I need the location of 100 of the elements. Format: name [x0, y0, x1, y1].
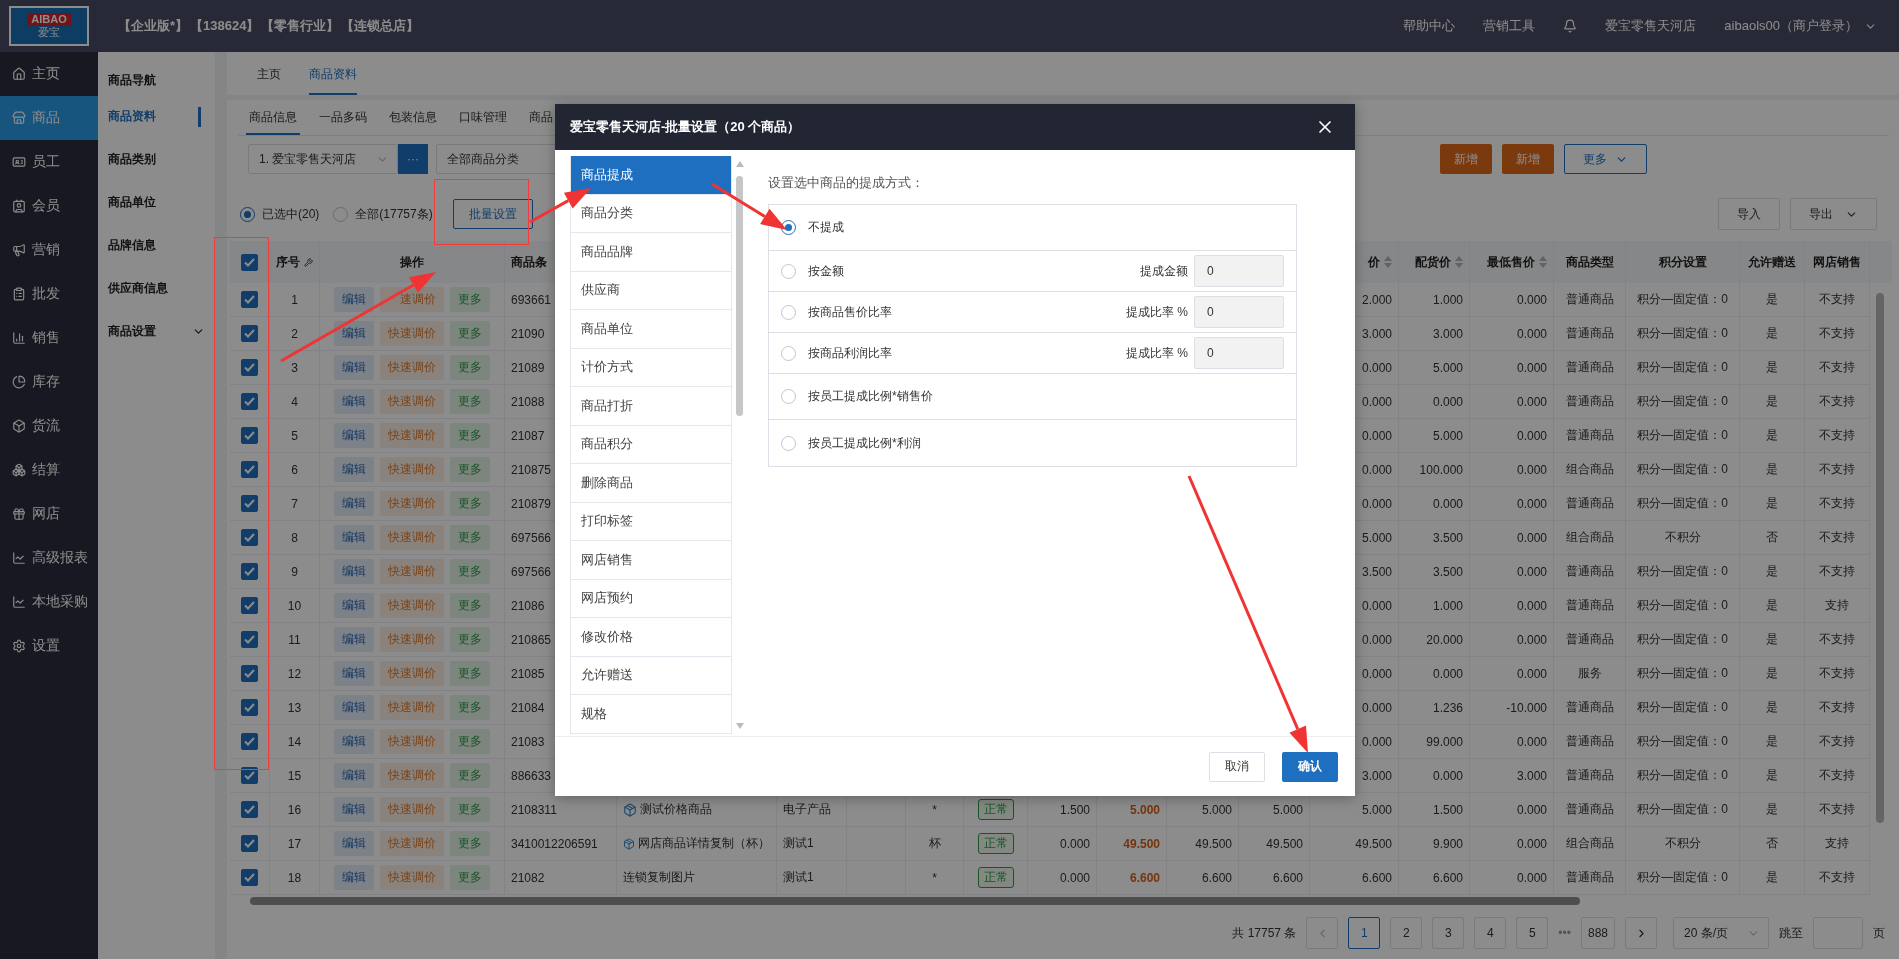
sidebar-item[interactable]: 批发: [0, 272, 98, 316]
more-link[interactable]: 更多: [450, 763, 490, 788]
scope-radio[interactable]: 已选中(20): [240, 205, 320, 223]
row-checkbox[interactable]: [241, 563, 258, 580]
scope-radio[interactable]: 全部(17757条): [333, 205, 433, 223]
quick-price-link[interactable]: 快速调价: [380, 695, 444, 720]
page-button[interactable]: 1: [1348, 917, 1381, 949]
radio-button[interactable]: [781, 345, 796, 361]
sidebar-item[interactable]: 主页: [0, 52, 98, 96]
quick-price-link[interactable]: 快速调价: [380, 491, 444, 516]
more-link[interactable]: 更多: [450, 797, 490, 822]
quick-price-link[interactable]: 快速调价: [380, 797, 444, 822]
sidebar-item[interactable]: 营销: [0, 228, 98, 272]
more-link[interactable]: 更多: [450, 389, 490, 414]
confirm-button[interactable]: 确认: [1282, 751, 1338, 782]
sidebar-item[interactable]: 设置: [0, 624, 98, 668]
select-all-checkbox[interactable]: [241, 253, 258, 271]
more-link[interactable]: 更多: [450, 355, 490, 380]
quick-price-link[interactable]: 快速调价: [380, 389, 444, 414]
row-checkbox[interactable]: [241, 529, 258, 546]
row-checkbox[interactable]: [241, 631, 258, 648]
nav-item[interactable]: 商品设置: [98, 310, 215, 353]
quick-price-link[interactable]: 快速调价: [380, 763, 444, 788]
store-name[interactable]: 爱宝零售天河店: [1605, 17, 1697, 35]
edit-link[interactable]: 编辑: [334, 491, 374, 516]
more-link[interactable]: 更多: [450, 457, 490, 482]
import-button[interactable]: 导入: [1718, 198, 1780, 230]
batch-settings-button[interactable]: 批量设置: [452, 199, 533, 229]
more-options-button[interactable]: ···: [398, 144, 428, 174]
sidebar-item[interactable]: 库存: [0, 360, 98, 404]
sidebar-item[interactable]: 本地采购: [0, 580, 98, 624]
edit-link[interactable]: 编辑: [334, 831, 374, 856]
export-dropdown[interactable]: 导出: [1790, 198, 1877, 230]
edit-link[interactable]: 编辑: [334, 321, 374, 346]
tab[interactable]: 商品信息: [246, 101, 300, 135]
quick-price-link[interactable]: 速调价: [380, 287, 444, 312]
nav-item[interactable]: 品牌信息: [98, 224, 215, 267]
row-checkbox[interactable]: [241, 461, 258, 478]
radio-button[interactable]: [781, 389, 796, 404]
row-checkbox[interactable]: [241, 869, 258, 886]
radio-button[interactable]: [781, 304, 796, 320]
row-checkbox[interactable]: [241, 835, 258, 852]
nav-item[interactable]: 商品类别: [98, 138, 215, 181]
scrollbar-thumb[interactable]: [736, 176, 743, 416]
nav-item[interactable]: 商品单位: [98, 181, 215, 224]
more-link[interactable]: 更多: [450, 287, 490, 312]
edit-link[interactable]: 编辑: [334, 627, 374, 652]
bell-icon[interactable]: [1563, 19, 1578, 33]
edit-link[interactable]: 编辑: [334, 559, 374, 584]
settings-menu-item[interactable]: 商品提成: [571, 156, 731, 195]
row-checkbox[interactable]: [241, 597, 258, 614]
page-tab[interactable]: 商品资料: [309, 55, 357, 95]
tab[interactable]: 口味管理: [456, 101, 510, 135]
edit-link[interactable]: 编辑: [334, 525, 374, 550]
quick-price-link[interactable]: 快速调价: [380, 355, 444, 380]
edit-link[interactable]: 编辑: [334, 797, 374, 822]
row-checkbox[interactable]: [241, 733, 258, 750]
page-tab[interactable]: 主页: [257, 55, 281, 95]
page-button[interactable]: 888: [1580, 917, 1615, 949]
more-link[interactable]: 更多: [450, 559, 490, 584]
page-button[interactable]: 4: [1474, 917, 1507, 949]
quick-price-link[interactable]: 快速调价: [380, 865, 444, 890]
cancel-button[interactable]: 取消: [1209, 751, 1265, 782]
row-checkbox[interactable]: [241, 665, 258, 682]
quick-price-link[interactable]: 快速调价: [380, 593, 444, 618]
row-checkbox[interactable]: [241, 427, 258, 444]
row-checkbox[interactable]: [241, 359, 258, 376]
edit-link[interactable]: 编辑: [334, 355, 374, 380]
store-select[interactable]: 1. 爱宝零售天河店: [248, 144, 398, 174]
quick-price-link[interactable]: 快速调价: [380, 559, 444, 584]
row-checkbox[interactable]: [241, 801, 258, 818]
more-link[interactable]: 更多: [450, 321, 490, 346]
sidebar-item[interactable]: 商品: [0, 96, 98, 140]
sidebar-item[interactable]: 高级报表: [0, 536, 98, 580]
sidebar-item[interactable]: 员工: [0, 140, 98, 184]
scrollbar-thumb[interactable]: [250, 897, 1580, 905]
more-link[interactable]: 更多: [450, 831, 490, 856]
edit-link[interactable]: 编辑: [334, 661, 374, 686]
sidebar-item[interactable]: 会员: [0, 184, 98, 228]
edit-link[interactable]: 编辑: [334, 457, 374, 482]
row-checkbox[interactable]: [241, 699, 258, 716]
edit-link[interactable]: 编辑: [334, 729, 374, 754]
quick-price-link[interactable]: 快速调价: [380, 627, 444, 652]
row-checkbox[interactable]: [241, 393, 258, 410]
edit-link[interactable]: 编辑: [334, 423, 374, 448]
input-field[interactable]: 0: [1194, 337, 1284, 369]
quick-price-link[interactable]: 快速调价: [380, 457, 444, 482]
quick-price-link[interactable]: 快速调价: [380, 321, 444, 346]
quick-price-link[interactable]: 快速调价: [380, 525, 444, 550]
more-link[interactable]: 更多: [450, 593, 490, 618]
page-size-select[interactable]: 20 条/页: [1673, 917, 1769, 949]
add-button[interactable]: 新增: [1440, 144, 1492, 174]
quick-price-link[interactable]: 快速调价: [380, 423, 444, 448]
wrench-icon[interactable]: [304, 256, 313, 268]
quick-price-link[interactable]: 快速调价: [380, 661, 444, 686]
more-link[interactable]: 更多: [450, 695, 490, 720]
add-button[interactable]: 新增: [1502, 144, 1554, 174]
edit-link[interactable]: 编辑: [334, 593, 374, 618]
page-button[interactable]: 5: [1516, 917, 1549, 949]
more-link[interactable]: 更多: [450, 661, 490, 686]
